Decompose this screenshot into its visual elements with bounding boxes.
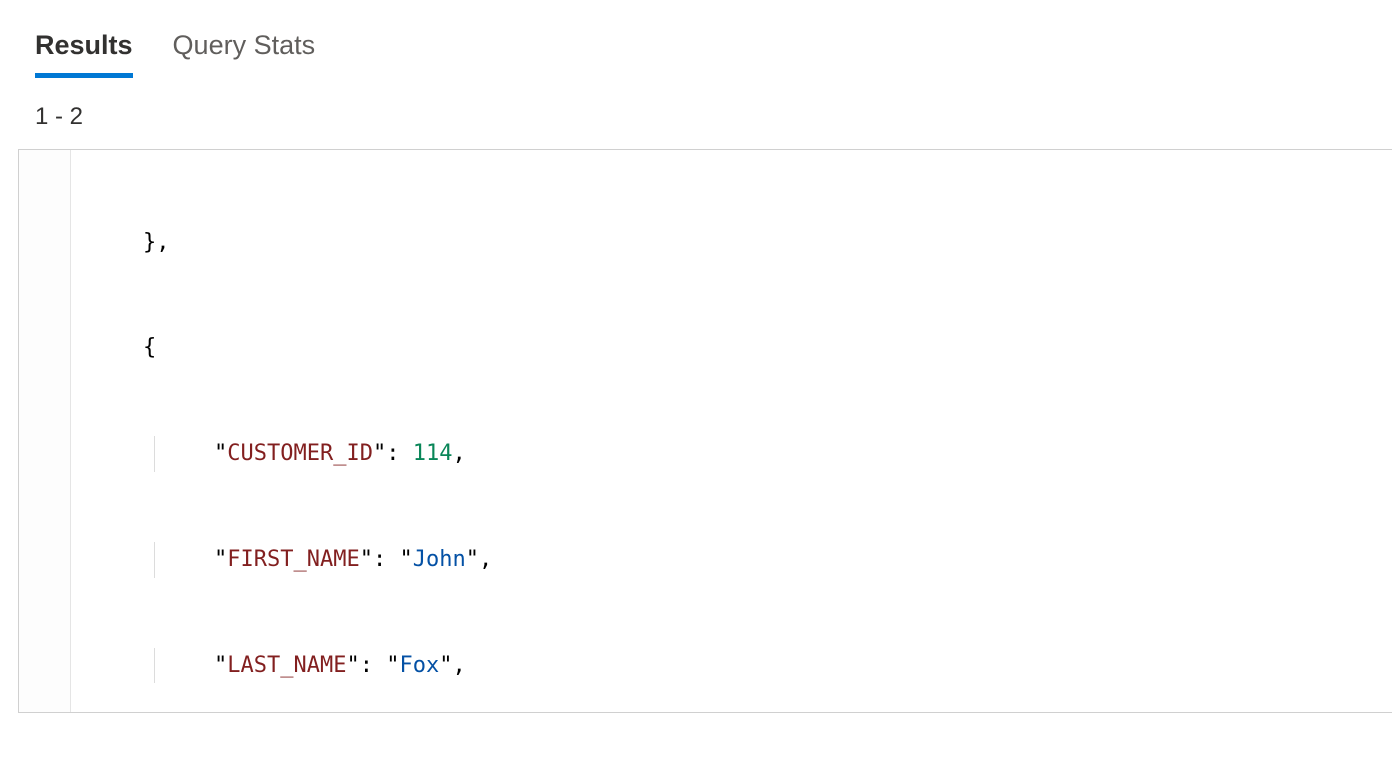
- code-line: "CUSTOMER_ID": 114,: [71, 436, 1392, 471]
- code-line: {: [71, 330, 1392, 365]
- value-first-name: John: [413, 547, 466, 572]
- value-customer-id: 114: [413, 441, 453, 466]
- code-content[interactable]: }, { "CUSTOMER_ID": 114, "FIRST_NAME": "…: [71, 150, 1392, 713]
- code-line: },: [71, 225, 1392, 260]
- brace-open: {: [143, 335, 156, 360]
- json-editor[interactable]: }, { "CUSTOMER_ID": 114, "FIRST_NAME": "…: [18, 149, 1392, 713]
- line-gutter: [19, 150, 71, 712]
- value-last-name: Fox: [399, 653, 439, 678]
- tabs: Results Query Stats: [0, 0, 1392, 78]
- tab-query-stats[interactable]: Query Stats: [173, 30, 316, 78]
- brace-close: },: [143, 230, 170, 255]
- code-line: "LAST_NAME": "Fox",: [71, 648, 1392, 683]
- tab-results[interactable]: Results: [35, 30, 133, 78]
- results-range: 1 - 2: [0, 78, 1392, 149]
- code-line: "FIRST_NAME": "John",: [71, 542, 1392, 577]
